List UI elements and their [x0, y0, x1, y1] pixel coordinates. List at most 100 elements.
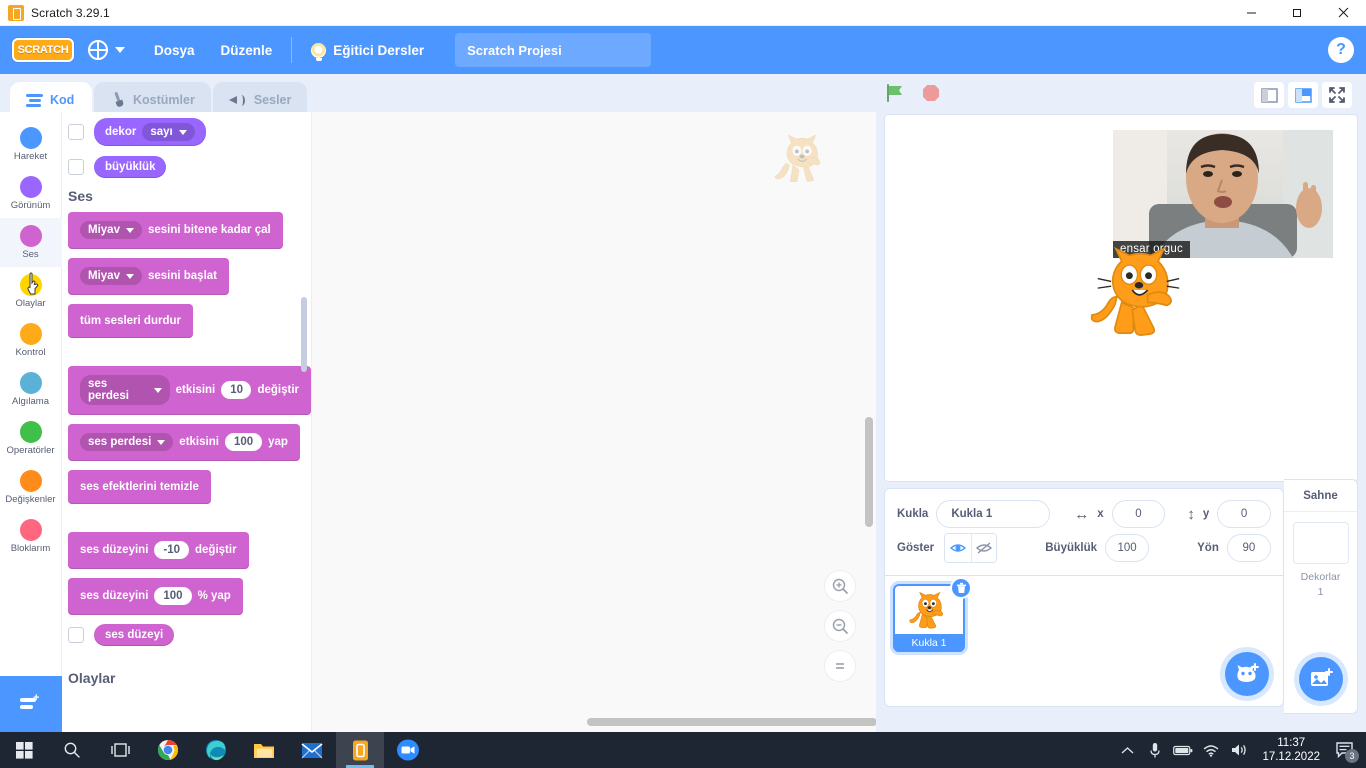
category-algilama[interactable]: Algılama — [0, 365, 62, 414]
minimize-button[interactable] — [1228, 0, 1274, 26]
sprite-list-item[interactable]: Kukla 1 — [893, 577, 972, 652]
code-canvas[interactable] — [312, 112, 876, 732]
file-explorer-button[interactable] — [240, 732, 288, 768]
taskbar-clock[interactable]: 11:37 17.12.2022 — [1254, 736, 1328, 764]
category-ses[interactable]: Ses — [0, 218, 62, 267]
category-operatorler[interactable]: Operatörler — [0, 414, 62, 463]
block-label: sesini bitene kadar çal — [147, 224, 271, 236]
scratch-button[interactable] — [336, 732, 384, 768]
category-kontrol[interactable]: Kontrol — [0, 316, 62, 365]
block-number-input[interactable]: 100 — [224, 433, 263, 451]
block-dropdown[interactable]: ses perdesi — [80, 433, 174, 451]
scratch-logo[interactable]: SCRATCH — [12, 38, 74, 62]
mail-button[interactable] — [288, 732, 336, 768]
block-set-volume[interactable]: ses düzeyini 100 % yap — [68, 578, 243, 615]
menu-item-file[interactable]: Dosya — [141, 26, 208, 74]
maximize-button[interactable] — [1274, 0, 1320, 26]
stage-selector-panel[interactable]: Sahne Dekorlar 1 — [1284, 479, 1358, 714]
block-category-strip: Hareket Görünüm Ses Olaylar Kontrol Algı… — [0, 112, 62, 732]
search-button[interactable] — [48, 732, 96, 768]
volume-icon[interactable] — [1226, 732, 1252, 768]
monitor-checkbox-dekor[interactable] — [68, 124, 84, 140]
block-start-sound[interactable]: Miyav sesini başlat — [68, 258, 230, 295]
category-hareket[interactable]: Hareket — [0, 120, 62, 169]
size-input[interactable]: 100 — [1105, 534, 1150, 562]
block-number-input[interactable]: -10 — [154, 541, 190, 559]
canvas-horizontal-scrollbar[interactable] — [587, 718, 876, 726]
y-input[interactable]: 0 — [1217, 500, 1271, 528]
block-dropdown[interactable]: ses perdesi — [80, 375, 170, 405]
x-input[interactable]: 0 — [1111, 500, 1166, 528]
block-label: ses düzeyini — [80, 590, 149, 602]
scratch-menubar: SCRATCH Dosya Düzenle Eğitici Dersler Sc… — [0, 26, 1366, 74]
wifi-icon[interactable] — [1198, 732, 1224, 768]
zoom-in-icon[interactable] — [824, 570, 856, 602]
category-label: Değişkenler — [5, 494, 56, 505]
monitor-checkbox-ses-duzeyi[interactable] — [68, 627, 84, 643]
start-button[interactable] — [0, 732, 48, 768]
edge-button[interactable] — [192, 732, 240, 768]
battery-icon[interactable] — [1170, 732, 1196, 768]
stage-area[interactable]: ensar orguc — [884, 114, 1358, 482]
language-selector[interactable] — [88, 40, 125, 60]
delete-sprite-button[interactable] — [950, 577, 972, 599]
monitor-checkbox-buyukluk[interactable] — [68, 159, 84, 175]
block-dropdown[interactable]: Miyav — [80, 267, 142, 285]
stage-thumbnail[interactable] — [1292, 522, 1349, 564]
category-degiskenler[interactable]: Değişkenler — [0, 463, 62, 512]
category-dot — [19, 372, 42, 394]
microphone-icon[interactable] — [1142, 732, 1168, 768]
block-number-input[interactable]: 10 — [221, 381, 252, 399]
add-extension-button[interactable]: + — [0, 676, 62, 732]
direction-input[interactable]: 90 — [1226, 534, 1271, 562]
add-sprite-button[interactable] — [1225, 652, 1269, 696]
category-label: Ses — [22, 249, 39, 260]
scratch-cat-sprite[interactable] — [1090, 245, 1186, 337]
chrome-button[interactable] — [144, 732, 192, 768]
add-backdrop-button[interactable] — [1299, 657, 1343, 701]
y-label: y — [1202, 508, 1210, 520]
block-buyukluk[interactable]: büyüklük — [94, 156, 167, 178]
zoom-out-icon[interactable] — [824, 610, 856, 642]
block-label: ses düzeyi — [105, 629, 164, 641]
palette-scrollbar[interactable] — [301, 297, 307, 372]
block-dropdown[interactable]: Miyav — [80, 221, 142, 239]
menu-item-tutorials[interactable]: Eğitici Dersler — [298, 26, 437, 74]
category-bloklarim[interactable]: Bloklarım — [0, 512, 62, 561]
close-button[interactable] — [1320, 0, 1366, 26]
zoom-reset-icon[interactable] — [824, 650, 856, 682]
block-clear-sound-effects[interactable]: ses efektlerini temizle — [68, 470, 211, 504]
small-stage-button[interactable] — [1254, 82, 1284, 108]
task-view-button[interactable] — [96, 732, 144, 768]
lightbulb-icon — [311, 42, 327, 58]
block-change-volume[interactable]: ses düzeyini -10 değiştir — [68, 532, 249, 569]
fullscreen-button[interactable] — [1322, 82, 1352, 108]
category-gorunum[interactable]: Görünüm — [0, 169, 62, 218]
block-play-sound-until-done[interactable]: Miyav sesini bitene kadar çal — [68, 212, 283, 249]
block-label: tüm sesleri durdur — [80, 314, 181, 327]
stop-sign-icon[interactable] — [920, 82, 942, 109]
block-stop-all-sounds[interactable]: tüm sesleri durdur — [68, 304, 193, 338]
large-stage-button[interactable] — [1288, 82, 1318, 108]
eye-hidden-icon[interactable] — [970, 534, 997, 562]
sprite-list[interactable]: Kukla 1 — [884, 575, 1284, 707]
block-palette[interactable]: dekor sayı büyüklük Ses Miyav sesini bit… — [62, 112, 312, 732]
canvas-vertical-scrollbar[interactable] — [865, 417, 873, 527]
block-change-sound-effect[interactable]: ses perdesi etkisini 10 değiştir — [68, 366, 311, 415]
block-number-input[interactable]: 100 — [154, 587, 192, 605]
project-name-input[interactable]: Scratch Projesi — [455, 33, 652, 67]
sprite-name-input[interactable]: Kukla 1 — [936, 500, 1051, 528]
block-set-sound-effect[interactable]: ses perdesi etkisini 100 yap — [68, 424, 300, 461]
chevron-up-icon[interactable] — [1114, 732, 1140, 768]
notification-center-button[interactable]: 3 — [1330, 732, 1360, 768]
menu-item-edit[interactable]: Düzenle — [208, 26, 286, 74]
tab-costumes-label: Kostümler — [133, 93, 195, 107]
block-volume-reporter[interactable]: ses düzeyi — [94, 624, 175, 646]
help-button[interactable]: ? — [1328, 37, 1354, 63]
zoom-button[interactable] — [384, 732, 432, 768]
block-dropdown[interactable]: sayı — [142, 123, 195, 141]
green-flag-icon[interactable] — [884, 82, 906, 109]
category-olaylar[interactable]: Olaylar — [0, 267, 62, 316]
eye-visible-icon[interactable] — [945, 534, 971, 562]
block-dekor[interactable]: dekor sayı — [94, 118, 206, 146]
